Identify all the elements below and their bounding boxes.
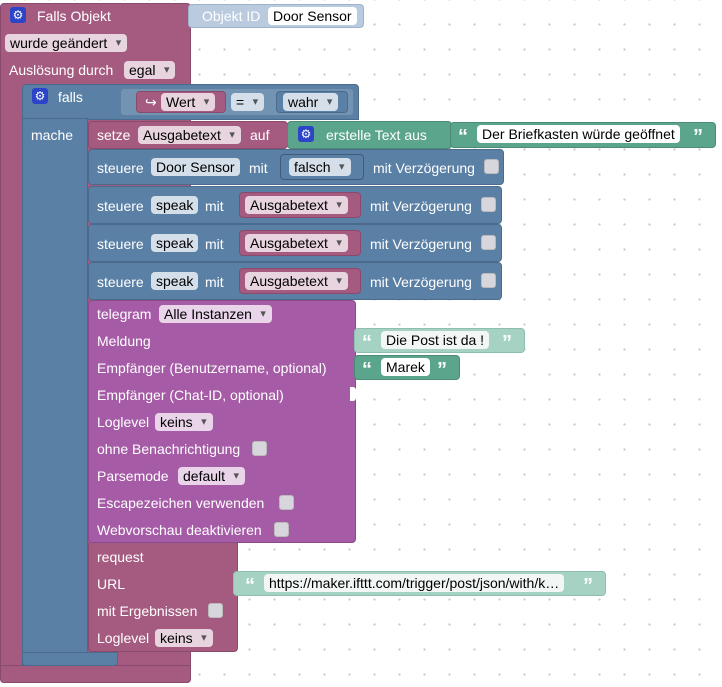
delay-label: mit Verzögerung — [370, 198, 472, 214]
delay-checkbox[interactable] — [481, 197, 496, 212]
delay-checkbox[interactable] — [481, 235, 496, 250]
open-quote-icon: “ — [362, 332, 372, 354]
object-id-label: Objekt ID — [202, 8, 261, 24]
no-notification-checkbox[interactable] — [252, 441, 267, 456]
control-target-field[interactable]: speak — [151, 272, 199, 290]
control-target-field[interactable]: speak — [151, 234, 199, 252]
open-quote-icon: “ — [362, 359, 372, 381]
telegram-label: telegram — [97, 306, 152, 322]
input-notch — [350, 387, 356, 401]
request-loglevel-label: Loglevel — [97, 630, 150, 646]
telegram-loglevel-dropdown[interactable]: keins — [155, 413, 213, 431]
if-block-bottom — [22, 652, 118, 666]
close-quote-icon: ” — [437, 359, 447, 381]
object-id-field[interactable]: Door Sensor — [268, 7, 357, 25]
delay-label: mit Verzögerung — [370, 274, 472, 290]
gear-icon[interactable]: ⚙ — [32, 88, 48, 104]
parsemode-dropdown[interactable]: default — [178, 467, 246, 485]
control-value-dropdown[interactable]: Ausgabetext — [245, 234, 348, 252]
request-loglevel-dropdown[interactable]: keins — [155, 629, 213, 647]
open-quote-icon: “ — [458, 126, 468, 148]
control-value-dropdown[interactable]: Ausgabetext — [245, 272, 348, 290]
recipient-chat-label: Empfänger (Chat-ID, optional) — [97, 387, 284, 403]
control-label: steuere — [97, 198, 144, 214]
if-label: falls — [58, 89, 83, 105]
trigger-by-dropdown[interactable]: egal — [124, 61, 176, 79]
control-target-field[interactable]: Door Sensor — [151, 158, 240, 176]
recipient-user-label: Empfänger (Benutzername, optional) — [97, 360, 327, 376]
with-label: mit — [205, 236, 224, 252]
with-label: mit — [205, 198, 224, 214]
escape-label: Escapezeichen verwenden — [97, 495, 265, 511]
control-label: steuere — [97, 160, 144, 176]
delay-label: mit Verzögerung — [373, 160, 475, 176]
if-block-spine — [22, 118, 88, 666]
text-field[interactable]: Der Briefkasten würde geöffnet — [477, 125, 680, 143]
gear-icon[interactable]: ⚙ — [298, 126, 314, 142]
variable-arrow-icon: ↪ — [145, 94, 157, 110]
with-label: mit — [249, 160, 268, 176]
close-quote-icon: ” — [693, 126, 703, 148]
message-field[interactable]: Die Post ist da ! — [381, 331, 490, 349]
request-label: request — [97, 549, 144, 565]
webpreview-checkbox[interactable] — [274, 522, 289, 537]
delay-label: mit Verzögerung — [370, 236, 472, 252]
url-field[interactable]: https://maker.ifttt.com/trigger/post/jso… — [264, 574, 565, 592]
telegram-instance-dropdown[interactable]: Alle Instanzen — [159, 305, 272, 323]
to-label: auf — [250, 127, 270, 143]
url-label: URL — [97, 576, 126, 592]
with-label: mit — [205, 274, 224, 290]
close-quote-icon: ” — [502, 332, 512, 354]
control-label: steuere — [97, 236, 144, 252]
delay-checkbox[interactable] — [481, 273, 496, 288]
control-value-dropdown[interactable]: Ausgabetext — [245, 196, 348, 214]
trigger-by-label: Auslösung durch — [9, 62, 114, 78]
trigger-title: Falls Objekt — [37, 8, 111, 24]
set-variable-dropdown[interactable]: Ausgabetext — [138, 126, 241, 144]
with-results-checkbox[interactable] — [208, 603, 223, 618]
no-notification-label: ohne Benachrichtigung — [97, 441, 241, 457]
text-join-label: erstelle Text aus — [326, 127, 427, 143]
operator-dropdown[interactable]: = — [231, 93, 265, 111]
escape-checkbox[interactable] — [279, 495, 294, 510]
message-label: Meldung — [97, 333, 151, 349]
with-results-label: mit Ergebnissen — [97, 603, 198, 619]
open-quote-icon: “ — [245, 575, 255, 597]
gear-icon[interactable]: ⚙ — [10, 7, 26, 23]
loglevel-label: Loglevel — [97, 414, 150, 430]
control-label: steuere — [97, 274, 144, 290]
parsemode-label: Parsemode — [97, 468, 169, 484]
trigger-block-bottom — [0, 665, 191, 683]
boolean-dropdown[interactable]: wahr — [283, 93, 339, 111]
webpreview-label: Webvorschau deaktivieren — [97, 522, 262, 538]
control-target-field[interactable]: speak — [151, 196, 199, 214]
do-label: mache — [31, 127, 74, 143]
change-condition-dropdown[interactable]: wurde geändert — [5, 34, 128, 52]
control-value-dropdown[interactable]: falsch — [289, 158, 351, 176]
set-label: setze — [97, 127, 131, 143]
delay-checkbox[interactable] — [484, 159, 499, 174]
recipient-user-field[interactable]: Marek — [381, 358, 430, 376]
condition-variable-dropdown[interactable]: Wert — [161, 93, 216, 111]
close-quote-icon: ” — [583, 575, 593, 597]
